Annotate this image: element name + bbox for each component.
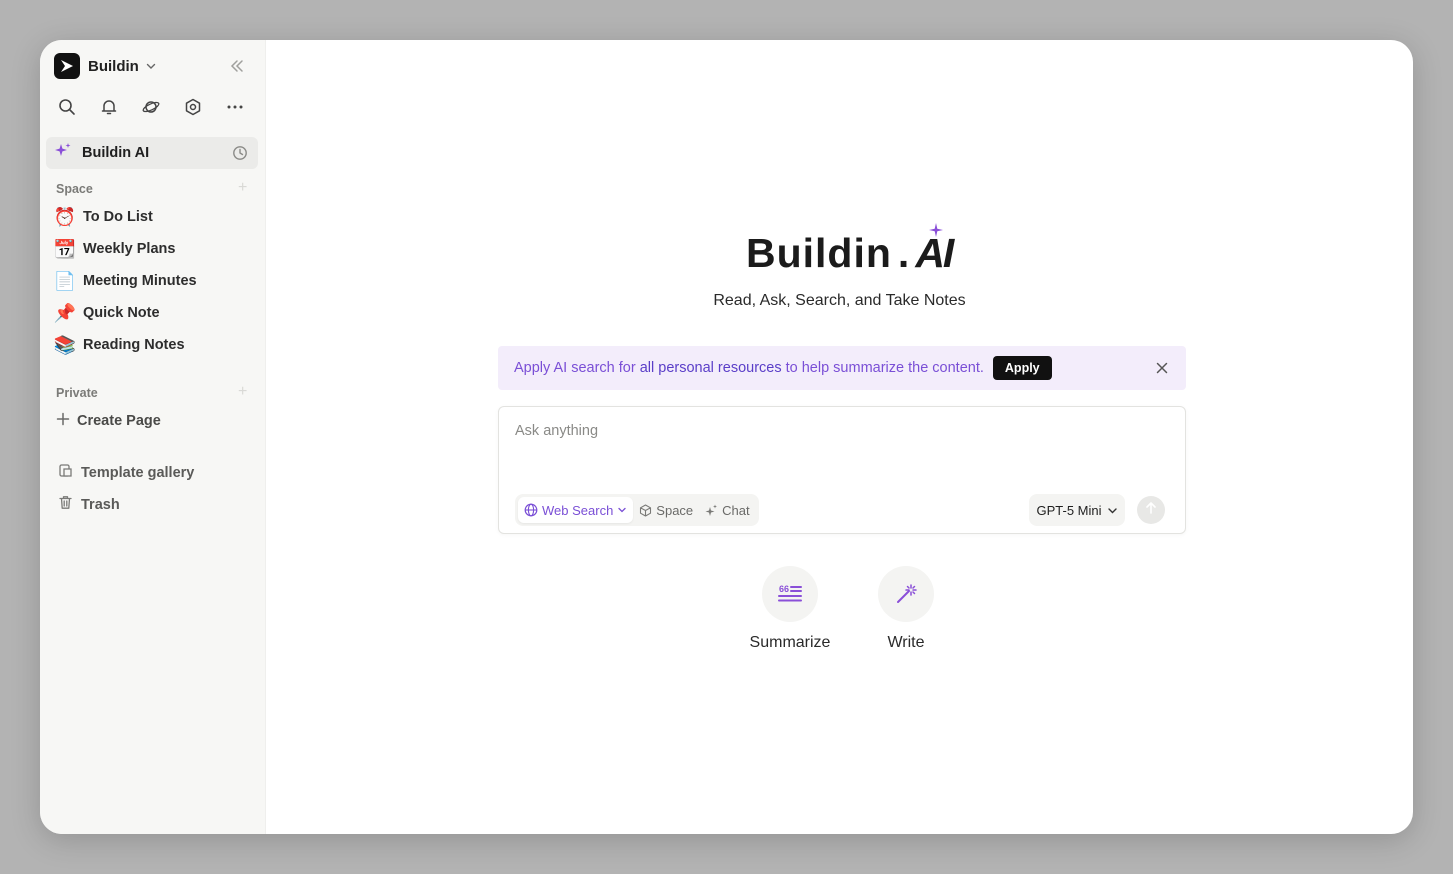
sidebar-item-weekly-plans[interactable]: 📆 Weekly Plans — [54, 233, 197, 265]
ask-input[interactable] — [515, 419, 1155, 443]
ai-search-banner: Apply AI search for all personal resourc… — [498, 346, 1186, 390]
sidebar-item-buildin-ai[interactable]: Buildin AI — [46, 137, 258, 169]
space-section-label: Space — [56, 182, 93, 196]
page-label: Reading Notes — [83, 337, 185, 353]
app-window: Buildin Buildin AI Space + ⏰ To Do List … — [40, 40, 1413, 834]
close-icon[interactable] — [1154, 360, 1170, 376]
alarm-clock-icon: ⏰ — [53, 206, 77, 227]
arrow-up-icon — [1144, 501, 1158, 520]
history-clock-icon[interactable] — [232, 145, 248, 166]
gear-icon[interactable] — [182, 96, 224, 118]
create-page-label: Create Page — [77, 413, 161, 429]
summarize-action[interactable]: 66 Summarize — [736, 566, 844, 652]
buildin-logo-icon — [54, 53, 80, 79]
send-button[interactable] — [1137, 496, 1165, 524]
sparkle-icon — [705, 504, 718, 517]
private-section-label: Private — [56, 386, 98, 400]
sidebar-item-quick-note[interactable]: 📌 Quick Note — [54, 297, 197, 329]
chevron-down-icon — [145, 60, 157, 72]
add-space-page-icon[interactable]: + — [238, 179, 247, 197]
template-gallery-label: Template gallery — [81, 465, 195, 481]
mode-chat[interactable]: Chat — [699, 497, 755, 523]
magic-wand-icon — [878, 566, 934, 622]
plus-icon — [56, 412, 70, 431]
trash-button[interactable]: Trash — [58, 492, 120, 518]
main-content: Buildin . AI Read, Ask, Search, and Take… — [266, 40, 1413, 834]
chevron-down-icon — [1107, 505, 1118, 516]
globe-icon — [524, 503, 538, 517]
sidebar-item-meeting-minutes[interactable]: 📄 Meeting Minutes — [54, 265, 197, 297]
template-gallery-button[interactable]: Template gallery — [58, 460, 194, 486]
brand-dot: . — [897, 230, 910, 276]
space-page-list: ⏰ To Do List 📆 Weekly Plans 📄 Meeting Mi… — [54, 201, 197, 361]
books-icon: 📚 — [53, 334, 77, 355]
search-icon[interactable] — [56, 96, 98, 118]
mode-label: Chat — [722, 502, 750, 518]
banner-text-highlight: all personal resources — [639, 360, 782, 376]
workspace-name: Buildin — [88, 57, 139, 75]
banner-text-post: to help summarize the content. — [781, 360, 984, 376]
planet-icon[interactable] — [140, 96, 182, 118]
sidebar: Buildin Buildin AI Space + ⏰ To Do List … — [40, 40, 266, 834]
create-page-button[interactable]: Create Page — [56, 408, 161, 434]
apply-button[interactable]: Apply — [992, 356, 1052, 380]
mode-selector: Web Search Space Chat — [515, 494, 759, 526]
sidebar-item-reading-notes[interactable]: 📚 Reading Notes — [54, 329, 197, 361]
ask-box: Web Search Space Chat — [498, 406, 1186, 534]
banner-text-pre: Apply AI search for — [514, 360, 640, 376]
collapse-sidebar-icon[interactable] — [226, 56, 248, 76]
model-label: GPT-5 Mini — [1036, 502, 1102, 518]
page-label: Quick Note — [83, 305, 160, 321]
banner-text: Apply AI search for all personal resourc… — [514, 360, 984, 376]
summarize-icon: 66 — [762, 566, 818, 622]
page-label: Meeting Minutes — [83, 273, 197, 289]
add-private-page-icon[interactable]: + — [238, 383, 247, 401]
brand-word: Buildin — [746, 230, 892, 276]
svg-text:66: 66 — [779, 584, 789, 594]
bell-icon[interactable] — [98, 96, 140, 118]
sidebar-item-to-do-list[interactable]: ⏰ To Do List — [54, 201, 197, 233]
sparkle-icon — [54, 142, 72, 165]
page-label: To Do List — [83, 209, 153, 225]
summarize-label: Summarize — [749, 634, 831, 651]
chevron-down-icon — [617, 505, 627, 515]
mode-label: Web Search — [542, 502, 614, 518]
tagline: Read, Ask, Search, and Take Notes — [713, 292, 966, 309]
mode-web-search[interactable]: Web Search — [518, 497, 634, 523]
sidebar-item-label: Buildin AI — [82, 145, 150, 161]
sidebar-toolbar — [56, 96, 266, 118]
mode-label: Space — [656, 502, 694, 518]
sparkle-icon — [929, 223, 943, 242]
write-label: Write — [887, 634, 925, 651]
buildin-ai-logo: Buildin . AI — [746, 223, 954, 277]
trash-icon — [58, 495, 73, 515]
trash-label: Trash — [81, 497, 120, 513]
template-icon — [58, 463, 73, 483]
pushpin-note-icon: 📌 — [53, 302, 77, 323]
page-label: Weekly Plans — [83, 241, 176, 257]
calendar-icon: 📆 — [53, 238, 77, 259]
workspace-switcher[interactable]: Buildin — [54, 53, 157, 79]
more-icon[interactable] — [224, 96, 266, 118]
write-action[interactable]: Write — [866, 566, 946, 652]
mode-space[interactable]: Space — [633, 497, 699, 523]
cube-icon — [639, 503, 652, 517]
document-icon: 📄 — [53, 270, 77, 291]
model-selector[interactable]: GPT-5 Mini — [1029, 494, 1125, 526]
